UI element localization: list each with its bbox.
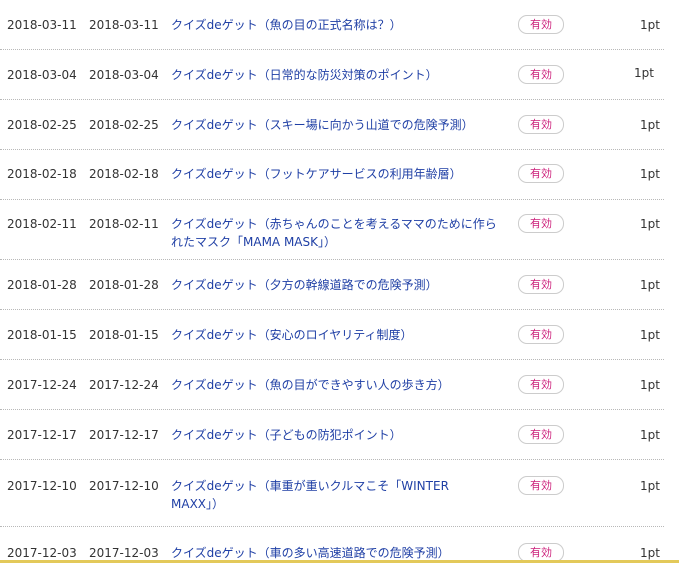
earned-date: 2017-12-10 — [7, 479, 77, 493]
quiz-title-link[interactable]: クイズdeゲット（赤ちゃんのことを考えるママのために作られたマスク「MAMA M… — [171, 215, 506, 251]
points-value: 1pt — [640, 479, 660, 493]
status-badge: 有効 — [518, 325, 564, 344]
quiz-title-link[interactable]: クイズdeゲット（魚の目ができやすい人の歩き方） — [171, 376, 506, 394]
points-value: 1pt — [640, 18, 660, 32]
granted-date: 2018-01-15 — [89, 328, 159, 342]
quiz-title-link[interactable]: クイズdeゲット（スキー場に向かう山道での危険予測） — [171, 116, 506, 134]
table-row: 2018-02-18 2018-02-18 クイズdeゲット（フットケアサービス… — [0, 150, 664, 200]
earned-date: 2017-12-24 — [7, 378, 77, 392]
status-badge: 有効 — [518, 164, 564, 183]
points-value: 1pt — [640, 378, 660, 392]
granted-date: 2017-12-24 — [89, 378, 159, 392]
status-badge: 有効 — [518, 476, 564, 495]
table-row: 2017-12-10 2017-12-10 クイズdeゲット（車重が重いクルマこ… — [0, 460, 664, 527]
quiz-title-link[interactable]: クイズdeゲット（夕方の幹線道路での危険予測） — [171, 276, 506, 294]
earned-date: 2018-03-04 — [7, 68, 77, 82]
table-row: 2018-02-25 2018-02-25 クイズdeゲット（スキー場に向かう山… — [0, 100, 664, 150]
points-value: 1pt — [640, 328, 660, 342]
earned-date: 2018-02-25 — [7, 118, 77, 132]
points-value: 1pt — [640, 428, 660, 442]
granted-date: 2018-02-11 — [89, 217, 159, 231]
granted-date: 2017-12-17 — [89, 428, 159, 442]
earned-date: 2018-03-11 — [7, 18, 77, 32]
granted-date: 2018-03-04 — [89, 68, 159, 82]
quiz-title-link[interactable]: クイズdeゲット（安心のロイヤリティ制度） — [171, 326, 506, 344]
points-value: 1pt — [640, 167, 660, 181]
status-badge: 有効 — [518, 375, 564, 394]
table-row: 2018-03-04 2018-03-04 クイズdeゲット（日常的な防災対策の… — [0, 50, 664, 100]
earned-date: 2018-01-15 — [7, 328, 77, 342]
quiz-title-link[interactable]: クイズdeゲット（日常的な防災対策のポイント） — [171, 66, 506, 84]
table-row: 2018-03-11 2018-03-11 クイズdeゲット（魚の目の正式名称は… — [0, 0, 664, 50]
quiz-title-link[interactable]: クイズdeゲット（魚の目の正式名称は？） — [171, 16, 506, 34]
status-badge: 有効 — [518, 425, 564, 444]
status-badge: 有効 — [518, 115, 564, 134]
table-row: 2017-12-17 2017-12-17 クイズdeゲット（子どもの防犯ポイン… — [0, 410, 664, 460]
quiz-title-link[interactable]: クイズdeゲット（子どもの防犯ポイント） — [171, 426, 506, 444]
points-value: 1pt — [640, 118, 660, 132]
table-row: 2017-12-24 2017-12-24 クイズdeゲット（魚の目ができやすい… — [0, 360, 664, 410]
granted-date: 2018-02-18 — [89, 167, 159, 181]
table-row: 2018-02-11 2018-02-11 クイズdeゲット（赤ちゃんのことを考… — [0, 200, 664, 260]
granted-date: 2018-01-28 — [89, 278, 159, 292]
earned-date: 2017-12-17 — [7, 428, 77, 442]
status-badge: 有効 — [518, 65, 564, 84]
earned-date: 2018-02-11 — [7, 217, 77, 231]
granted-date: 2017-12-10 — [89, 479, 159, 493]
points-value: 1pt — [640, 278, 660, 292]
granted-date: 2018-03-11 — [89, 18, 159, 32]
quiz-title-link[interactable]: クイズdeゲット（車重が重いクルマこそ「WINTER MAXX」） — [171, 477, 471, 513]
earned-date: 2018-01-28 — [7, 278, 77, 292]
granted-date: 2018-02-25 — [89, 118, 159, 132]
table-row: 2018-01-15 2018-01-15 クイズdeゲット（安心のロイヤリティ… — [0, 310, 664, 360]
points-value: 1pt — [634, 66, 654, 80]
point-history-table: 2018-03-11 2018-03-11 クイズdeゲット（魚の目の正式名称は… — [0, 0, 664, 569]
status-badge: 有効 — [518, 15, 564, 34]
quiz-title-link[interactable]: クイズdeゲット（フットケアサービスの利用年齢層） — [171, 165, 506, 183]
earned-date: 2018-02-18 — [7, 167, 77, 181]
points-value: 1pt — [640, 217, 660, 231]
status-badge: 有効 — [518, 275, 564, 294]
table-row: 2018-01-28 2018-01-28 クイズdeゲット（夕方の幹線道路での… — [0, 260, 664, 310]
status-badge: 有効 — [518, 214, 564, 233]
